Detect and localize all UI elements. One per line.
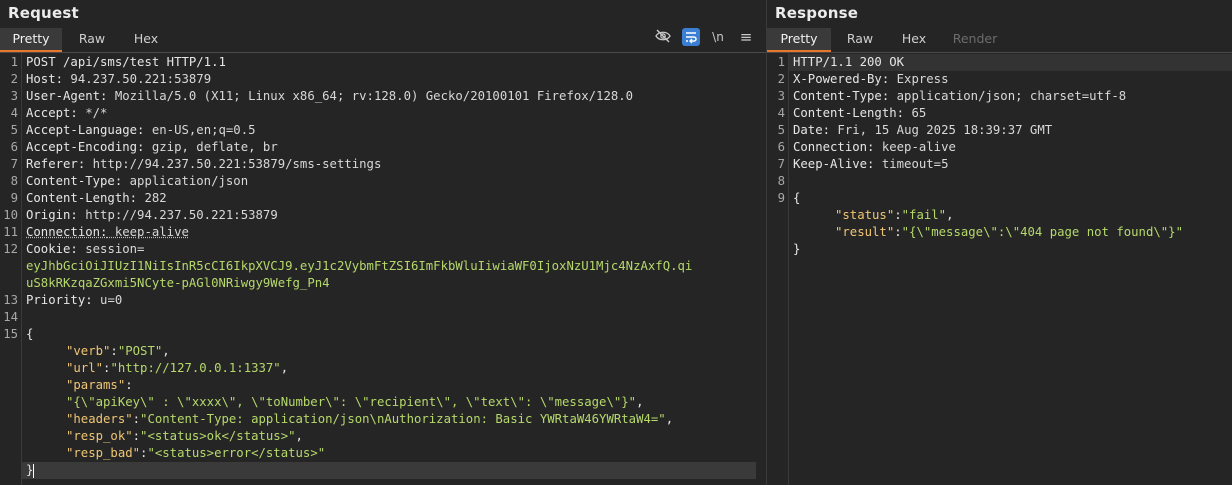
response-editor[interactable]: 1 2 3 4 5 6 7 8 9 HTTP/1.1 200 OK X-Powe… [767, 53, 1232, 485]
response-body-open-brace: { [793, 191, 801, 205]
response-tabs: Pretty Raw Hex Render [767, 28, 1232, 53]
request-tab-pretty[interactable]: Pretty [0, 28, 62, 52]
response-pane: Response Pretty Raw Hex Render 1 2 3 4 5… [767, 0, 1232, 485]
cookie-value-line-2: uS8kRKzqaZGxmi5NCyte-pAGl0NRiwgy9Wefg_Pn… [26, 276, 330, 290]
header-content-length: Content-Length: 282 [26, 191, 167, 205]
request-tabs: Pretty Raw Hex [0, 28, 766, 53]
menu-icon[interactable]: ≡ [737, 28, 755, 46]
header-origin: Origin: http://94.237.50.221:53879 [26, 208, 278, 222]
text-cursor [33, 463, 35, 478]
hide-eye-icon[interactable] [654, 28, 672, 46]
request-tab-raw[interactable]: Raw [66, 28, 118, 51]
header-referer: Referer: http://94.237.50.221:53879/sms-… [26, 157, 382, 171]
header-accept-language: Accept-Language: en-US,en;q=0.5 [26, 123, 256, 137]
body-field-verb: "verb":"POST", [66, 344, 170, 358]
request-editor[interactable]: 1 2 3 4 5 6 7 8 9 10 11 12 13 14 15 POST… [0, 53, 766, 485]
line-number: 8 [777, 174, 785, 188]
body-field-url: "url":"http://127.0.0.1:1337", [66, 361, 289, 375]
header-content-length: Content-Length: 65 [793, 106, 927, 120]
response-field-result: "result":"{\"message\":\"404 page not fo… [835, 225, 1183, 239]
response-tab-raw[interactable]: Raw [835, 28, 885, 51]
header-x-powered-by: X-Powered-By: Express [793, 72, 949, 86]
header-accept-encoding: Accept-Encoding: gzip, deflate, br [26, 140, 278, 154]
word-wrap-icon[interactable] [682, 28, 700, 46]
request-pane: Request Pretty Raw Hex \n ≡ 1 2 3 4 5 6 … [0, 0, 767, 485]
response-field-status: "status":"fail", [835, 208, 954, 222]
header-connection: Connection: keep-alive [793, 140, 956, 154]
request-title: Request [8, 4, 79, 22]
body-field-headers: "headers":"Content-Type: application/jso… [66, 412, 674, 426]
header-keep-alive: Keep-Alive: timeout=5 [793, 157, 949, 171]
response-body-close-brace: } [793, 242, 801, 256]
response-tab-pretty[interactable]: Pretty [767, 28, 831, 52]
header-content-type: Content-Type: application/json; charset=… [793, 89, 1127, 103]
header-connection: Connection: keep-alive [26, 225, 189, 239]
body-field-params: "params": [66, 378, 133, 392]
body-field-resp-ok: "resp_ok":"<status>ok</status>", [66, 429, 303, 443]
response-title: Response [775, 4, 859, 22]
body-field-params-value: "{\"apiKey\" : \"xxxx\", \"toNumber\": \… [66, 395, 644, 409]
response-tab-hex[interactable]: Hex [889, 28, 939, 51]
response-tab-render: Render [952, 31, 998, 46]
header-accept: Accept: */* [26, 106, 108, 120]
body-open-brace: { [26, 327, 34, 341]
header-date: Date: Fri, 15 Aug 2025 18:39:37 GMT [793, 123, 1053, 137]
newline-icon[interactable]: \n [709, 28, 727, 46]
cookie-value-line-1: eyJhbGciOiJIUzI1NiIsInR5cCI6IkpXVCJ9.eyJ… [26, 259, 693, 273]
header-content-type: Content-Type: application/json [26, 174, 249, 188]
request-tab-hex[interactable]: Hex [120, 28, 172, 51]
body-field-resp-bad: "resp_bad":"<status>error</status>" [66, 446, 326, 460]
header-user-agent: User-Agent: Mozilla/5.0 (X11; Linux x86_… [26, 89, 634, 103]
header-priority: Priority: u=0 [26, 293, 123, 307]
header-cookie: Cookie: session= [26, 242, 145, 256]
header-host: Host: 94.237.50.221:53879 [26, 72, 212, 86]
request-line: POST /api/sms/test HTTP/1.1 [26, 55, 226, 69]
status-line: HTTP/1.1 200 OK [793, 55, 905, 69]
line-number: 14 [3, 310, 18, 324]
body-close-brace: } [26, 463, 35, 478]
